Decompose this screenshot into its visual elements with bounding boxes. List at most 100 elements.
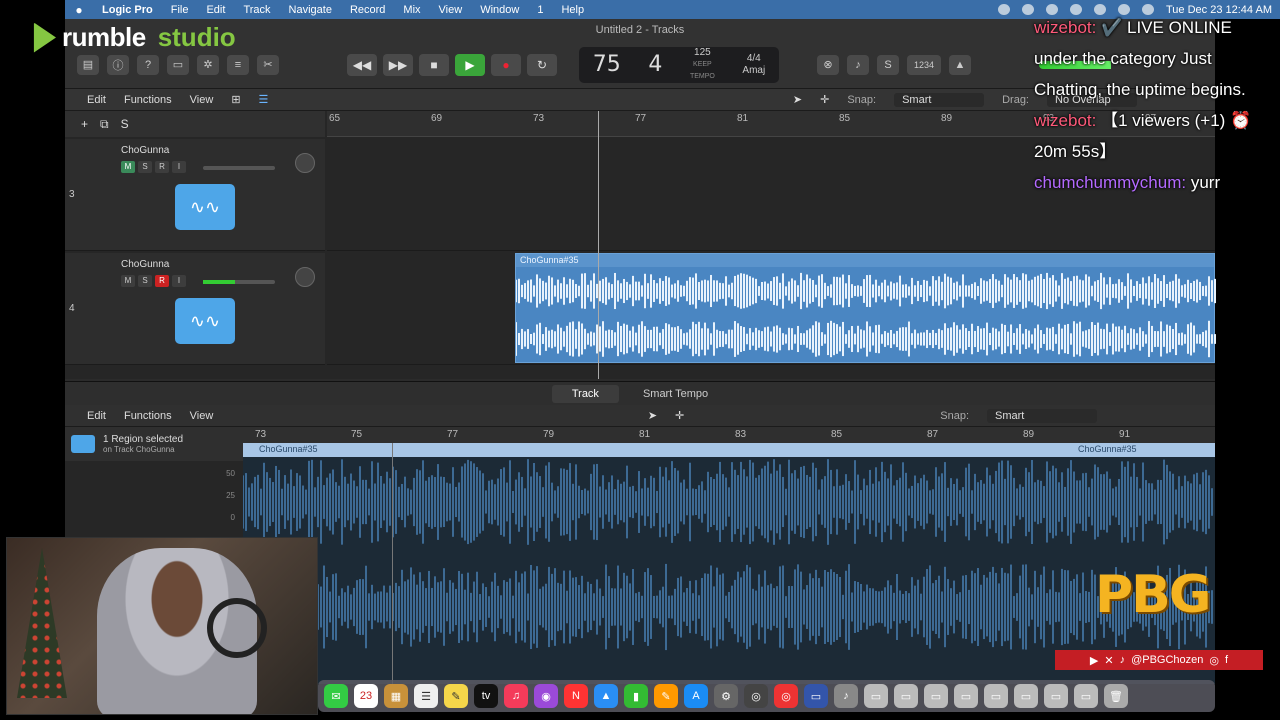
audio-midi-icon[interactable]: ♪ (834, 684, 858, 708)
calendar-icon[interactable]: 23 (354, 684, 378, 708)
finder-window-icon[interactable]: ▭ (954, 684, 978, 708)
logic-pro-icon[interactable]: ◎ (744, 684, 768, 708)
grid-icon[interactable]: ⊞ (231, 93, 240, 106)
settings-icon[interactable]: ⚙ (714, 684, 738, 708)
app-store-icon[interactable]: A (684, 684, 708, 708)
menu-record[interactable]: Record (341, 4, 394, 16)
tab-track[interactable]: Track (551, 384, 619, 403)
podcasts-icon[interactable]: ◉ (534, 684, 558, 708)
reminders-icon[interactable]: ☰ (414, 684, 438, 708)
finder-window-icon[interactable]: ▭ (1074, 684, 1098, 708)
menu-edit[interactable]: Edit (197, 4, 234, 16)
play-button[interactable]: ▶ (455, 53, 485, 76)
pan-knob[interactable] (295, 267, 315, 287)
apple-icon[interactable]: ● (65, 3, 93, 17)
record-status-icon[interactable] (998, 4, 1010, 15)
editor-edit-menu[interactable]: Edit (87, 410, 106, 422)
record-enable-button[interactable]: R (155, 275, 169, 287)
menu-window[interactable]: Window (471, 4, 528, 16)
tuner-icon[interactable]: ♪ (847, 54, 869, 75)
pages-icon[interactable]: ✎ (654, 684, 678, 708)
mixer-icon[interactable]: ≡ (227, 54, 249, 75)
editor-ruler[interactable]: 73 75 77 79 81 83 85 87 89 91 (243, 427, 1215, 443)
audio-region[interactable]: ChoGunna#35 (515, 253, 1216, 363)
help-icon[interactable]: ? (137, 54, 159, 75)
track-name[interactable]: ChoGunna (121, 145, 169, 156)
library-icon[interactable]: ▤ (77, 54, 99, 75)
mute-button[interactable]: M (121, 161, 135, 173)
solo-icon[interactable]: S (877, 54, 899, 75)
chrome-icon[interactable]: ◎ (774, 684, 798, 708)
volume-fader[interactable] (203, 280, 275, 284)
snap-select[interactable]: Smart (894, 92, 985, 107)
tracks-view-menu[interactable]: View (190, 94, 214, 106)
add-track-button[interactable]: + (81, 117, 88, 131)
tracks-functions-menu[interactable]: Functions (124, 94, 172, 106)
count-in-button[interactable]: 1234 (907, 54, 941, 75)
pointer-tool-icon[interactable]: ➤ (793, 93, 802, 106)
global-solo-button[interactable]: S (121, 117, 129, 131)
finder-window-icon[interactable]: ▭ (1014, 684, 1038, 708)
menu-app[interactable]: Logic Pro (93, 4, 162, 16)
editor-view-menu[interactable]: View (190, 410, 214, 422)
rewind-button[interactable]: ◀◀ (347, 53, 377, 76)
solo-button[interactable]: S (138, 275, 152, 287)
finder-window-icon[interactable]: ▭ (984, 684, 1008, 708)
menu-mix[interactable]: Mix (394, 4, 429, 16)
editor-playhead[interactable] (392, 443, 393, 684)
globe-icon[interactable] (1022, 4, 1034, 15)
pan-knob[interactable] (295, 153, 315, 173)
metronome-icon[interactable]: ▲ (949, 54, 971, 75)
solo-button[interactable]: S (138, 161, 152, 173)
editors-icon[interactable]: ✂ (257, 54, 279, 75)
stop-button[interactable]: ■ (419, 53, 449, 76)
contacts-icon[interactable]: ▦ (384, 684, 408, 708)
replace-icon[interactable]: ⊗ (817, 54, 839, 75)
menu-navigate[interactable]: Navigate (280, 4, 341, 16)
editor-functions-menu[interactable]: Functions (124, 410, 172, 422)
menu-view[interactable]: View (430, 4, 472, 16)
music-icon[interactable]: ♫ (504, 684, 528, 708)
finder-window-icon[interactable]: ▭ (924, 684, 948, 708)
info-icon[interactable]: ⓘ (107, 54, 129, 75)
finder-window-icon[interactable]: ▭ (864, 684, 888, 708)
track-name[interactable]: ChoGunna (121, 259, 169, 270)
numbers-icon[interactable]: ▮ (624, 684, 648, 708)
mute-button[interactable]: M (121, 275, 135, 287)
menu-help[interactable]: Help (552, 4, 593, 16)
pointer-tool-icon[interactable]: ➤ (648, 409, 657, 422)
keynote-icon[interactable]: ▲ (594, 684, 618, 708)
input-monitor-button[interactable]: I (172, 161, 186, 173)
notes-icon[interactable]: ✎ (444, 684, 468, 708)
playhead[interactable] (598, 111, 599, 379)
volume-fader[interactable] (203, 166, 275, 170)
track-lane-4[interactable]: ChoGunna#35 (327, 253, 1216, 365)
toolbar-icon[interactable]: ▭ (167, 54, 189, 75)
menu-track[interactable]: Track (234, 4, 279, 16)
messages-icon[interactable]: ✉ (324, 684, 348, 708)
menu-file[interactable]: File (162, 4, 198, 16)
record-enable-button[interactable]: R (155, 161, 169, 173)
list-icon[interactable]: ☰ (259, 93, 269, 106)
tab-smart-tempo[interactable]: Smart Tempo (623, 385, 728, 403)
lcd-display[interactable]: 75 4 125 KEEP TEMPO 4/4 Amaj (579, 46, 779, 83)
duplicate-track-icon[interactable]: ⧉ (100, 117, 109, 132)
track-header-3[interactable]: 3 ChoGunna M S R I ∿∿ (65, 139, 325, 251)
finder-window-icon[interactable]: ▭ (1044, 684, 1068, 708)
trash-icon[interactable]: 🗑 (1104, 684, 1128, 708)
cycle-button[interactable]: ↻ (527, 53, 557, 76)
menu-1[interactable]: 1 (528, 4, 552, 16)
apple-tv-icon[interactable]: tv (474, 684, 498, 708)
smart-controls-icon[interactable]: ✲ (197, 54, 219, 75)
input-monitor-button[interactable]: I (172, 275, 186, 287)
forward-button[interactable]: ▶▶ (383, 53, 413, 76)
track-header-4[interactable]: 4 ChoGunna M S R I ∿∿ (65, 253, 325, 365)
tracks-edit-menu[interactable]: Edit (87, 94, 106, 106)
plus-tool-icon[interactable]: ✛ (675, 409, 684, 422)
plus-tool-icon[interactable]: ✛ (820, 93, 829, 106)
editor-snap-select[interactable]: Smart (987, 408, 1097, 423)
news-icon[interactable]: N (564, 684, 588, 708)
editor-region-bar[interactable]: ChoGunna#35 ChoGunna#35 (243, 443, 1215, 457)
record-button[interactable]: ● (491, 53, 521, 76)
screen-capture-icon[interactable]: ▭ (804, 684, 828, 708)
